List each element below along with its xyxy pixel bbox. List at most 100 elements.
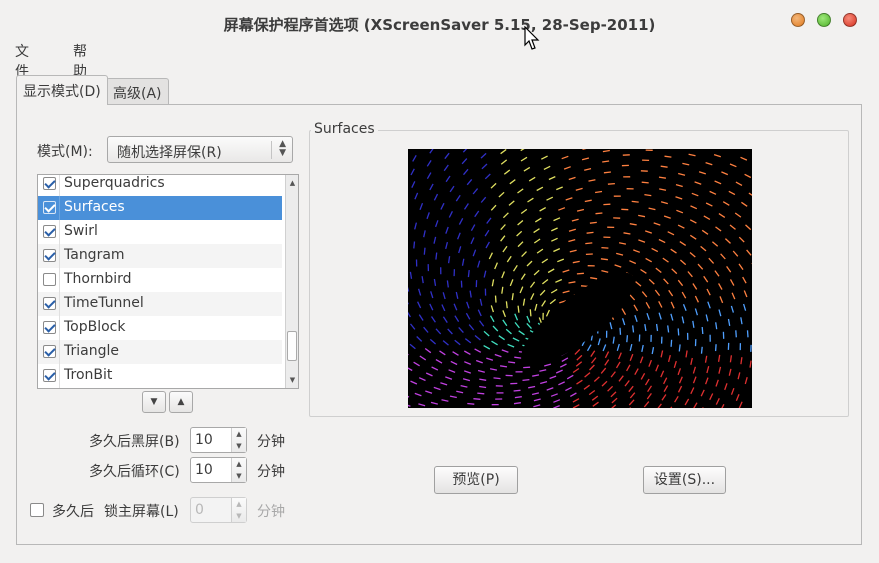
- lock-screen-checkbox[interactable]: [30, 503, 44, 517]
- list-item-checkbox[interactable]: [43, 273, 56, 286]
- preview-streak: [700, 389, 705, 397]
- preview-streak: [667, 354, 671, 363]
- preview-streak: [626, 335, 629, 343]
- list-item[interactable]: TimeTunnel: [38, 292, 282, 316]
- list-item[interactable]: Superquadrics: [38, 175, 282, 196]
- list-item[interactable]: Tangram: [38, 244, 282, 268]
- preview-streak: [480, 152, 487, 159]
- preview-streak: [682, 304, 687, 312]
- preview-streak: [549, 298, 557, 305]
- list-item-label: Thornbird: [64, 271, 132, 287]
- list-item[interactable]: TronBit: [38, 364, 282, 388]
- preview-streak: [738, 263, 744, 270]
- preview-streak: [681, 291, 687, 299]
- tab-advanced[interactable]: 高级(A): [106, 78, 169, 104]
- list-scrollbar[interactable]: ▲ ▼: [285, 175, 298, 388]
- preview-streak: [464, 361, 472, 366]
- preview-streak: [435, 252, 438, 260]
- preview-streak: [670, 301, 675, 309]
- preview-streak: [719, 296, 724, 304]
- preview-streak: [562, 269, 570, 273]
- preview-streak: [738, 401, 743, 408]
- blank-after-spinner[interactable]: 10 ▲ ▼: [190, 427, 247, 453]
- preview-streak: [419, 202, 424, 211]
- list-item-checkbox[interactable]: [43, 177, 56, 190]
- list-item[interactable]: Triangle: [38, 340, 282, 364]
- scrollbar-thumb[interactable]: [287, 331, 297, 361]
- close-button[interactable]: [843, 13, 857, 27]
- preview-streak: [632, 325, 635, 333]
- lock-after-stepper[interactable]: ▲ ▼: [231, 498, 246, 522]
- preview-streak: [408, 286, 410, 292]
- lock-after-spinner[interactable]: 0 ▲ ▼: [190, 497, 247, 523]
- chevron-down-icon[interactable]: ▼: [232, 470, 246, 482]
- move-down-button[interactable]: ▼: [142, 391, 166, 413]
- preview-streak: [541, 155, 548, 160]
- blank-after-stepper[interactable]: ▲ ▼: [231, 428, 246, 452]
- preview-streak: [655, 364, 660, 372]
- preview-streak: [670, 406, 673, 408]
- preview-streak: [664, 155, 672, 158]
- preview-streak: [692, 320, 695, 328]
- preview-streak: [737, 372, 741, 380]
- preview-streak: [576, 354, 583, 361]
- scroll-down-icon[interactable]: ▼: [286, 374, 298, 386]
- preview-streak: [621, 318, 626, 326]
- preview-streak: [521, 251, 527, 258]
- preview-streak: [609, 322, 613, 330]
- list-item-checkbox[interactable]: [43, 321, 56, 334]
- mode-label: 模式(M):: [37, 144, 93, 160]
- preview-streak: [429, 149, 434, 154]
- list-item[interactable]: Surfaces: [38, 196, 282, 220]
- chevron-down-icon[interactable]: ▼: [232, 510, 246, 522]
- list-item-checkbox[interactable]: [43, 249, 56, 262]
- preview-streak: [662, 257, 669, 263]
- cycle-after-spinner[interactable]: 10 ▲ ▼: [190, 457, 247, 483]
- preview-streak: [498, 191, 505, 198]
- preview-streak: [494, 353, 502, 358]
- list-item[interactable]: TopBlock: [38, 316, 282, 340]
- row-divider: [59, 364, 60, 388]
- preview-streak: [568, 176, 576, 181]
- screensaver-list[interactable]: Superquadrics Surfaces Swirl Tangram Thornbi…: [37, 174, 299, 389]
- cycle-after-stepper[interactable]: ▲ ▼: [231, 458, 246, 482]
- mode-combo[interactable]: 随机选择屏保(R) ▲ ▼: [107, 136, 293, 163]
- preview-streak: [722, 201, 730, 206]
- settings-button[interactable]: 设置(S)...: [643, 466, 726, 494]
- list-item-label: Surfaces: [64, 199, 125, 215]
- preview-streak: [423, 247, 426, 255]
- preview-streak: [433, 236, 437, 244]
- list-item-checkbox[interactable]: [43, 345, 56, 358]
- list-item[interactable]: Swirl: [38, 220, 282, 244]
- tab-display-modes[interactable]: 显示模式(D): [16, 75, 108, 105]
- title-bar[interactable]: 屏幕保护程序首选项 (XScreenSaver 5.15, 28-Sep-201…: [0, 0, 879, 40]
- combo-separator: [271, 141, 272, 159]
- preview-streak: [522, 378, 530, 382]
- preview-streak: [533, 404, 541, 408]
- preview-streak: [558, 381, 565, 386]
- chevron-up-icon[interactable]: ▲: [232, 498, 246, 510]
- maximize-button[interactable]: [817, 13, 831, 27]
- preview-streak: [463, 350, 471, 355]
- list-item-checkbox[interactable]: [43, 201, 56, 214]
- list-item-checkbox[interactable]: [43, 225, 56, 238]
- preview-button[interactable]: 预览(P): [434, 466, 518, 494]
- preview-streak: [705, 314, 709, 322]
- chevron-up-icon[interactable]: ▲: [232, 458, 246, 470]
- minimize-button[interactable]: [791, 13, 805, 27]
- scroll-up-icon[interactable]: ▲: [286, 177, 298, 189]
- preview-streak: [491, 279, 495, 287]
- list-item[interactable]: Thornbird: [38, 268, 282, 292]
- chevron-up-icon[interactable]: ▲: [232, 428, 246, 440]
- list-item-label: Tangram: [64, 247, 125, 263]
- list-item-checkbox[interactable]: [43, 297, 56, 310]
- preview-streak: [502, 319, 508, 327]
- preview-streak: [434, 220, 439, 228]
- preview-streak: [501, 271, 506, 279]
- move-up-button[interactable]: ▲: [169, 391, 193, 413]
- cycle-after-label: 多久后循环(C): [89, 464, 180, 480]
- chevron-down-icon[interactable]: ▼: [232, 440, 246, 452]
- preview-streak: [670, 248, 677, 254]
- list-item-checkbox[interactable]: [43, 369, 56, 382]
- preview-streak: [689, 219, 697, 224]
